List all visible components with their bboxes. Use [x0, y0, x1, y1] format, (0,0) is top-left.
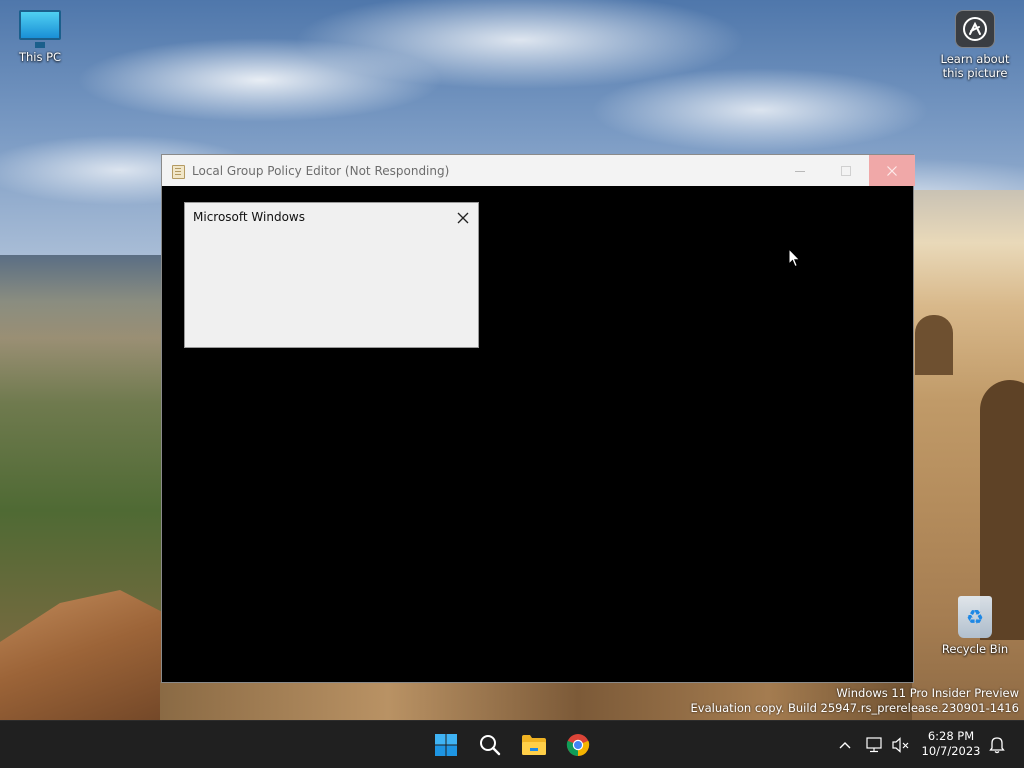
dialog-close-button[interactable]	[451, 207, 475, 229]
close-button[interactable]	[869, 155, 915, 186]
maximize-icon	[841, 165, 851, 176]
minimize-icon	[795, 170, 805, 172]
learn-about-picture-icon	[955, 10, 995, 48]
clock-time: 6:28 PM	[927, 729, 975, 743]
start-button[interactable]	[430, 729, 462, 761]
minimize-button[interactable]	[777, 155, 823, 186]
close-icon	[887, 165, 897, 176]
close-icon	[457, 212, 469, 224]
microsoft-windows-dialog[interactable]: Microsoft Windows	[184, 202, 479, 348]
desktop-icon-label: this picture	[942, 66, 1008, 80]
watermark-build: Evaluation copy. Build 25947.rs_prerelea…	[690, 701, 1019, 715]
volume-muted-icon	[892, 737, 909, 753]
taskbar: 6:28 PM 10/7/2023	[0, 720, 1024, 768]
file-explorer-button[interactable]	[518, 729, 550, 761]
mouse-cursor-icon	[788, 248, 801, 268]
notification-bell-icon	[989, 737, 1005, 754]
desktop-icon-label: Recycle Bin	[941, 642, 1009, 656]
chrome-button[interactable]	[562, 729, 594, 761]
search-button[interactable]	[474, 729, 506, 761]
file-explorer-icon	[522, 735, 546, 755]
maximize-button[interactable]	[823, 155, 869, 186]
taskbar-clock[interactable]: 6:28 PM 10/7/2023	[916, 729, 986, 759]
volume-tray-button[interactable]	[890, 721, 912, 768]
network-tray-button[interactable]	[864, 721, 886, 768]
desktop-icon-learn-about-picture[interactable]: Learn about this picture	[936, 10, 1014, 80]
evaluation-watermark: Windows 11 Pro Insider Preview Evaluatio…	[691, 686, 1019, 716]
window-titlebar[interactable]: Local Group Policy Editor (Not Respondin…	[162, 155, 915, 186]
search-icon	[480, 735, 501, 756]
notifications-button[interactable]	[986, 721, 1008, 768]
windows-start-icon	[435, 734, 457, 756]
monitor-icon	[19, 10, 61, 48]
desktop-icon-recycle-bin[interactable]: ♻ Recycle Bin	[940, 596, 1010, 656]
window-title: Local Group Policy Editor (Not Respondin…	[192, 163, 450, 178]
dialog-title: Microsoft Windows	[193, 210, 305, 224]
clock-date: 10/7/2023	[921, 744, 981, 758]
policy-editor-app-icon	[171, 164, 185, 179]
chevron-up-icon	[839, 742, 851, 749]
show-hidden-icons-button[interactable]	[834, 721, 856, 768]
network-icon	[866, 737, 882, 753]
wallpaper-bridge-arch-small	[915, 315, 953, 375]
desktop-icon-this-pc[interactable]: This PC	[10, 10, 70, 64]
recycle-bin-icon: ♻	[958, 596, 992, 638]
desktop-icon-label: This PC	[18, 50, 62, 64]
desktop-icon-label: Learn about	[940, 52, 1010, 66]
watermark-edition: Windows 11 Pro Insider Preview	[836, 686, 1019, 700]
chrome-icon	[566, 734, 590, 756]
